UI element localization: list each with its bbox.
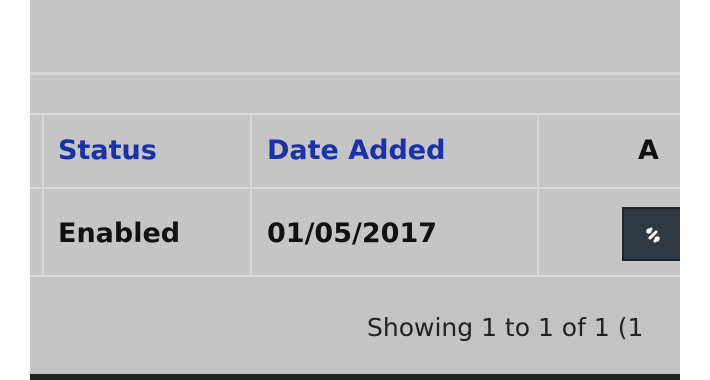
pagination-summary: Showing 1 to 1 of 1 (1 — [367, 313, 644, 342]
bottom-border — [30, 374, 680, 380]
pagination-footer: Showing 1 to 1 of 1 (1 — [30, 277, 680, 374]
column-divider — [250, 115, 252, 275]
edit-link-button[interactable] — [622, 207, 680, 261]
top-panel — [30, 0, 680, 72]
column-divider — [537, 115, 539, 275]
column-header-action: A — [638, 135, 659, 166]
table-toolbar — [30, 75, 680, 115]
table-header-row: Status Date Added A — [30, 115, 680, 187]
cell-date-added: 01/05/2017 — [267, 218, 438, 249]
link-icon — [646, 227, 660, 243]
column-divider — [42, 115, 44, 275]
table-row: Enabled 01/05/2017 — [30, 189, 680, 275]
column-header-status[interactable]: Status — [58, 135, 157, 166]
admin-panel-frame: Status Date Added A Enabled 01/05/2017 S… — [30, 0, 680, 380]
cell-status: Enabled — [58, 218, 181, 249]
column-header-date-added[interactable]: Date Added — [267, 135, 445, 166]
